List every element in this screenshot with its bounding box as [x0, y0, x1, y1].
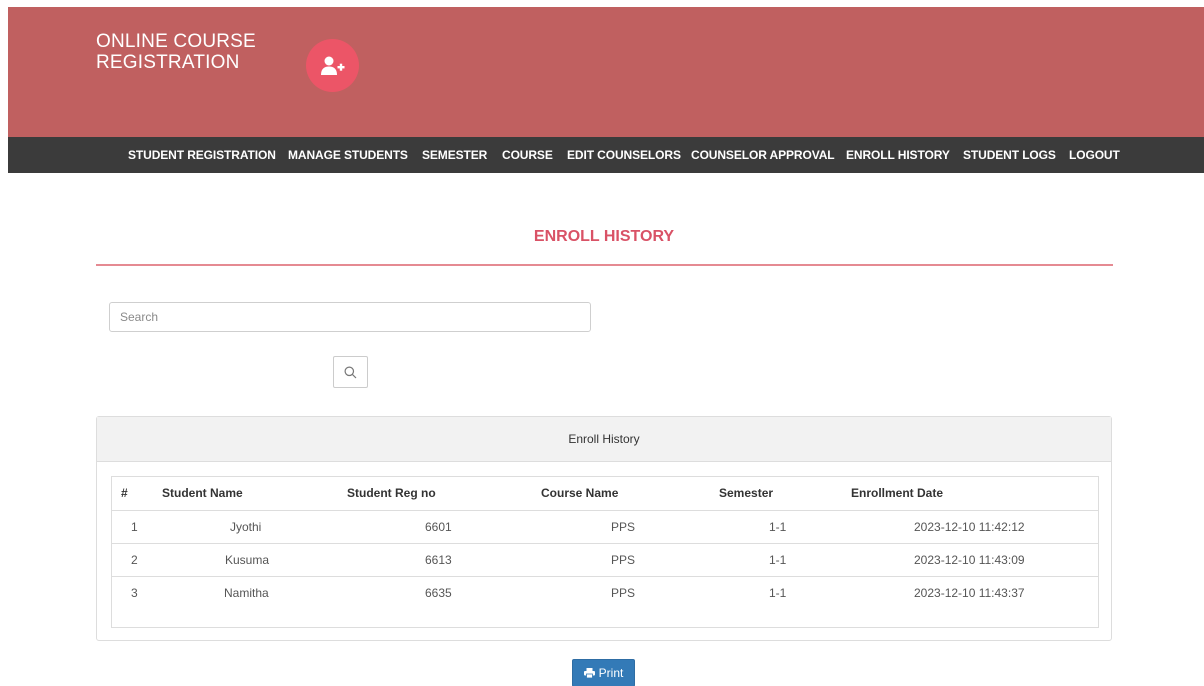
nav-semester[interactable]: SEMESTER — [422, 137, 487, 173]
brand-line-2: REGISTRATION — [96, 52, 240, 73]
nav-student-logs[interactable]: STUDENT LOGS — [963, 137, 1056, 173]
cell-index: 1 — [131, 520, 138, 534]
table-row: 1 Jyothi 6601 PPS 1-1 2023-12-10 11:42:1… — [112, 510, 1098, 543]
nav-counselor-approval[interactable]: COUNSELOR APPROVAL — [691, 137, 835, 173]
cell-course-name: PPS — [611, 586, 636, 600]
cell-reg-no: 6601 — [425, 520, 452, 534]
cell-student-name: Kusuma — [225, 553, 270, 567]
panel-heading: Enroll History — [97, 417, 1111, 462]
column-header-reg-no: Student Reg no — [347, 486, 436, 500]
cell-student-name: Jyothi — [230, 520, 262, 534]
site-brand[interactable]: ONLINE COURSE REGISTRATION — [96, 31, 256, 73]
cell-index: 2 — [131, 553, 138, 567]
cell-enrollment-date: 2023-12-10 11:43:37 — [914, 586, 1025, 600]
cell-index: 3 — [131, 586, 138, 600]
cell-student-name: Namitha — [224, 586, 269, 600]
cell-semester: 1-1 — [769, 520, 787, 534]
brand-line-1: ONLINE COURSE — [96, 31, 256, 52]
column-header-enrollment-date: Enrollment Date — [851, 486, 944, 500]
cell-course-name: PPS — [611, 520, 636, 534]
nav-manage-students[interactable]: MANAGE STUDENTS — [288, 137, 408, 173]
nav-course[interactable]: COURSE — [502, 137, 553, 173]
cell-course-name: PPS — [611, 553, 636, 567]
main-nav: STUDENT REGISTRATION MANAGE STUDENTS SEM… — [8, 137, 1204, 173]
page-title: ENROLL HISTORY — [533, 228, 675, 245]
cell-enrollment-date: 2023-12-10 11:43:09 — [914, 553, 1025, 567]
user-plus-icon-svg — [320, 56, 344, 75]
search-icon — [344, 366, 357, 378]
column-header-student-name: Student Name — [162, 486, 243, 500]
nav-enroll-history[interactable]: ENROLL HISTORY — [846, 137, 950, 173]
site-header: ONLINE COURSE REGISTRATION — [8, 7, 1204, 137]
search-input[interactable] — [109, 302, 591, 332]
column-header-semester: Semester — [719, 486, 774, 500]
cell-enrollment-date: 2023-12-10 11:42:12 — [914, 520, 1025, 534]
enroll-history-panel: Enroll History # Student Name Student Re… — [96, 416, 1112, 641]
cell-semester: 1-1 — [769, 553, 787, 567]
nav-edit-counselors[interactable]: EDIT COUNSELORS — [567, 137, 681, 173]
cell-semester: 1-1 — [769, 586, 787, 600]
nav-student-registration[interactable]: STUDENT REGISTRATION — [128, 137, 276, 173]
cell-reg-no: 6613 — [425, 553, 452, 567]
column-header-index: # — [121, 486, 128, 500]
user-plus-icon — [306, 39, 359, 92]
print-button[interactable]: Print — [572, 659, 635, 686]
print-button-label: Print — [598, 666, 624, 680]
nav-logout[interactable]: LOGOUT — [1069, 137, 1120, 173]
table-row: 2 Kusuma 6613 PPS 1-1 2023-12-10 11:43:0… — [112, 543, 1098, 576]
enroll-history-table: # Student Name Student Reg no Course Nam… — [111, 476, 1099, 628]
title-divider — [96, 264, 1113, 266]
table-row: 3 Namitha 6635 PPS 1-1 2023-12-10 11:43:… — [112, 576, 1098, 609]
search-button[interactable] — [333, 356, 368, 388]
column-header-course-name: Course Name — [541, 486, 619, 500]
printer-icon — [583, 668, 595, 678]
cell-reg-no: 6635 — [425, 586, 452, 600]
